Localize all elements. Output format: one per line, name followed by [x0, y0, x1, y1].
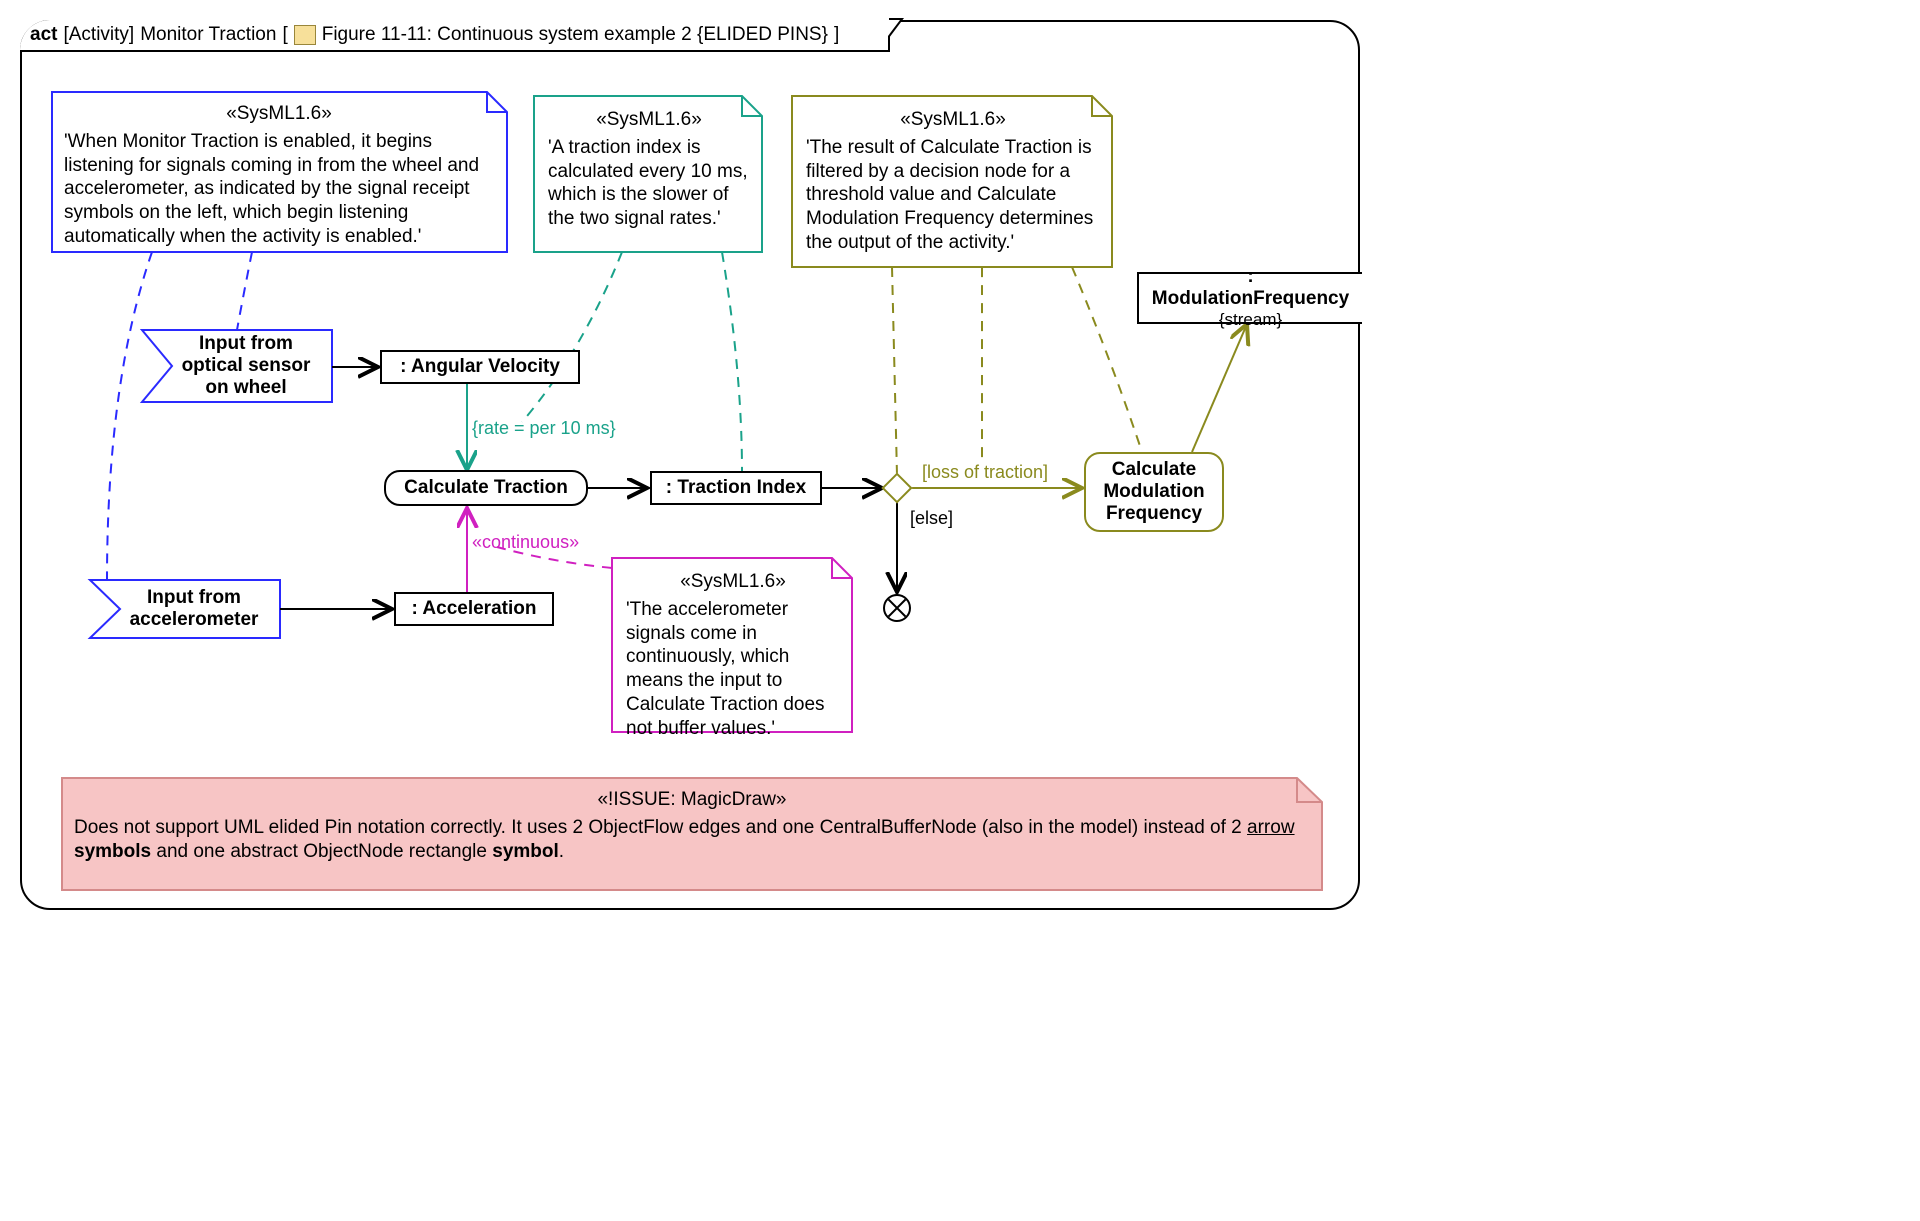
note-magenta-stereo: «SysML1.6» [626, 570, 840, 594]
object-traction-label: : Traction Index [666, 477, 806, 499]
note-magenta-text: 'The accelerometer signals come in conti… [626, 598, 840, 741]
mod-freq-label: : ModulationFrequency [1149, 266, 1352, 310]
action-calculate-modulation-frequency: Calculate Modulation Frequency [1084, 452, 1224, 532]
note-blue: «SysML1.6» 'When Monitor Traction is ena… [54, 94, 504, 257]
object-angular-label: : Angular Velocity [400, 356, 560, 378]
note-olive-text: 'The result of Calculate Traction is fil… [806, 136, 1100, 255]
issue-mid2: and one abstract ObjectNode rectangle [151, 841, 492, 862]
note-blue-stereo: «SysML1.6» [64, 102, 494, 126]
label-rate: {rate = per 10 ms} [472, 418, 616, 439]
note-teal-stereo: «SysML1.6» [548, 108, 750, 132]
activity-parameter-modulation-frequency: : ModulationFrequency {stream} [1137, 272, 1362, 324]
note-teal: «SysML1.6» 'A traction index is calculat… [538, 100, 760, 239]
signal-accelerometer: Input from accelerometer [90, 580, 280, 638]
issue-tail: . [559, 841, 564, 862]
frame-bracket-close: ] [834, 24, 839, 46]
activity-frame: act [Activity] Monitor Traction [ Figure… [20, 20, 1360, 910]
frame-bracket-open: [ [282, 24, 287, 46]
flow-final-node [883, 594, 911, 622]
calc-mod-label: Calculate Modulation Frequency [1098, 459, 1210, 525]
object-acceleration: : Acceleration [394, 592, 554, 626]
label-continuous: «continuous» [472, 532, 579, 553]
object-traction-index: : Traction Index [650, 471, 822, 505]
note-teal-text: 'A traction index is calculated every 10… [548, 136, 750, 231]
issue-b2: symbol [492, 841, 559, 862]
guard-else: [else] [910, 508, 953, 529]
signal-accel-label: Input from accelerometer [116, 587, 272, 631]
note-olive: «SysML1.6» 'The result of Calculate Trac… [796, 100, 1110, 263]
frame-caption: Figure 11-11: Continuous system example … [322, 24, 828, 46]
object-accel-label: : Acceleration [412, 598, 537, 620]
frame-kind: act [30, 24, 57, 46]
mod-freq-stream: {stream} [1219, 310, 1282, 330]
diagram-icon [294, 25, 316, 45]
guard-loss-of-traction: [loss of traction] [922, 462, 1048, 483]
object-angular-velocity: : Angular Velocity [380, 350, 580, 384]
note-issue-stereo: «!ISSUE: MagicDraw» [74, 788, 1310, 812]
decision-node [881, 472, 912, 503]
action-calculate-traction: Calculate Traction [384, 470, 588, 506]
issue-pre: Does not support UML elided Pin notation… [74, 817, 1247, 838]
frame-header: act [Activity] Monitor Traction [ Figure… [20, 20, 890, 52]
issue-u1: arrow [1247, 817, 1295, 838]
note-issue: «!ISSUE: MagicDraw» Does not support UML… [64, 780, 1320, 871]
frame-name: Monitor Traction [140, 24, 276, 46]
frame-stereo: [Activity] [63, 24, 134, 46]
note-magenta: «SysML1.6» 'The accelerometer signals co… [616, 562, 850, 748]
signal-optical-label: Input from optical sensor on wheel [168, 333, 324, 399]
note-olive-stereo: «SysML1.6» [806, 108, 1100, 132]
issue-b1: symbols [74, 841, 151, 862]
signal-optical-sensor: Input from optical sensor on wheel [142, 330, 332, 402]
note-issue-text: Does not support UML elided Pin notation… [74, 816, 1310, 864]
calc-traction-label: Calculate Traction [404, 477, 568, 499]
note-blue-text: 'When Monitor Traction is enabled, it be… [64, 130, 494, 249]
